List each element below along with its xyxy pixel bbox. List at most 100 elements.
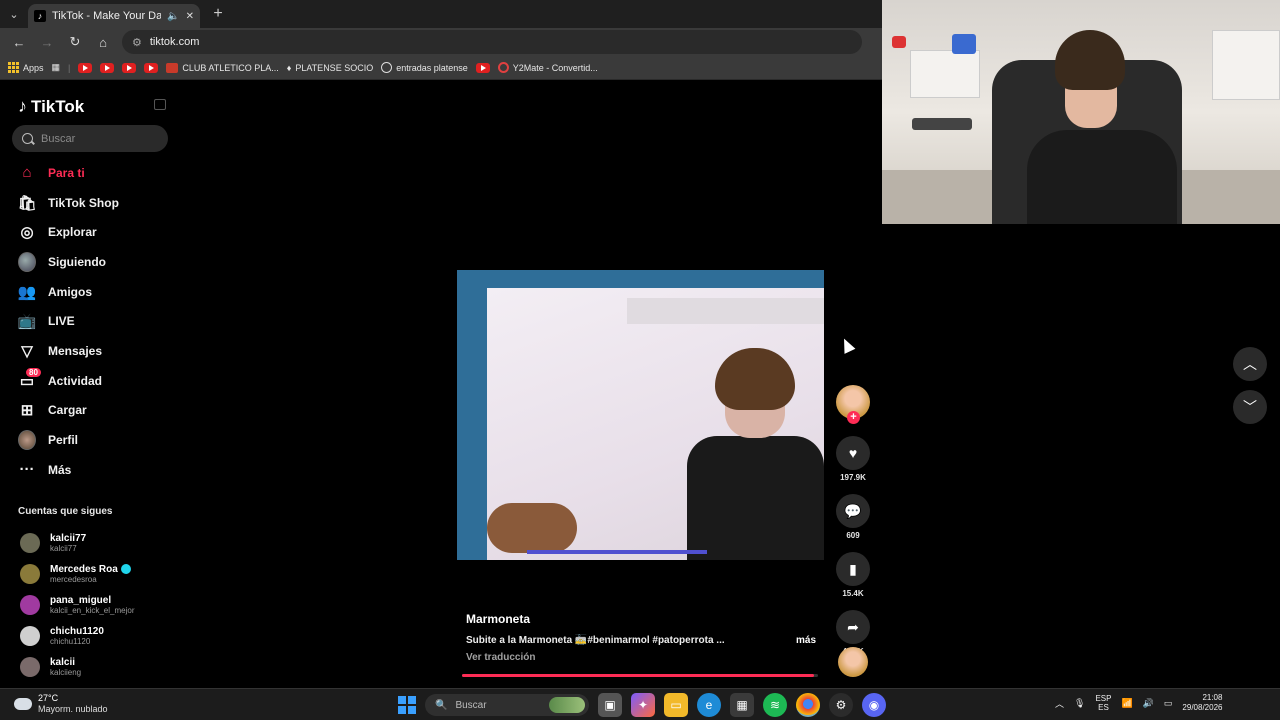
url-text: tiktok.com [149,36,200,48]
browser-tab[interactable]: ♪ TikTok - Make Your Day 🔈 ✕ [28,4,200,28]
edge-icon[interactable]: e [697,693,721,717]
following-account[interactable]: Mercedes Roa mercedesroa [20,558,180,589]
clock-time: 21:08 [1202,693,1223,702]
video-progress-bar[interactable] [462,674,818,677]
clock[interactable]: 21:08 29/08/2026 [1182,693,1222,713]
spotify-icon[interactable]: ≋ [763,693,787,717]
new-tab-button[interactable]: + [206,5,230,23]
bookmark-grid[interactable]: ▦ [52,62,61,73]
next-video-button[interactable]: ﹀ [1233,390,1267,424]
nav-tiktok-shop[interactable]: 🛍 TikTok Shop [12,188,182,218]
nav-mas[interactable]: ··· Más [12,455,182,485]
nav-cargar[interactable]: ⊞ Cargar [12,396,182,426]
home-button[interactable]: ⌂ [90,30,116,54]
task-view-icon[interactable]: ▣ [598,693,622,717]
close-tab-icon[interactable]: ✕ [186,11,194,22]
youtube-icon [122,62,137,73]
music-disc-icon[interactable] [838,647,868,677]
mouse-cursor [838,336,856,354]
more-link[interactable]: más [796,635,816,646]
nav-explorar[interactable]: ◎ Explorar [12,217,182,247]
battery-icon[interactable]: ▭ [1164,698,1173,709]
search-input[interactable]: Buscar [12,125,168,152]
follow-plus-icon[interactable]: + [847,411,860,424]
search-placeholder: Buscar [41,132,76,145]
nav-actividad[interactable]: ▭ 80 Actividad [12,366,182,396]
tray-overflow-icon[interactable]: ︿ [1055,697,1064,710]
account-name: Mercedes Roa [50,563,118,575]
comment-icon: 💬 [844,502,862,519]
youtube-icon [144,62,159,73]
volume-icon[interactable]: 🔊 [1143,698,1154,709]
nav-siguiendo[interactable]: Siguiendo [12,247,182,277]
globe-icon [381,62,393,73]
search-icon [22,133,33,144]
more-icon: ··· [19,461,35,479]
nav-label: LIVE [48,314,75,329]
translate-link[interactable]: Ver traducción [466,652,816,663]
bookmark-entradas[interactable]: entradas platense [381,62,468,73]
video-description: Subite a la Marmoneta 🚋#benimarmol #pato… [466,635,725,646]
following-account[interactable]: kalcii77 kalcii77 [20,527,180,558]
save-button[interactable]: ▮ [836,552,870,586]
nav-label: Actividad [48,373,103,388]
store-icon[interactable]: ▦ [730,693,754,717]
speaker-icon[interactable]: 🔈 [167,11,179,22]
avatar [20,563,40,584]
site-settings-icon[interactable]: ⚙ [132,36,142,49]
bookmark-youtube-4[interactable] [144,62,159,73]
video-author[interactable]: Marmoneta [466,612,816,626]
previous-video-button[interactable]: ︿ [1233,347,1267,381]
discord-icon[interactable]: ◉ [862,693,886,717]
account-name: pana_miguel [50,594,112,606]
weather-widget[interactable]: 27°C Mayorm. nublado [14,693,108,715]
bookmark-socio[interactable]: ♦ PLATENSE SOCIO [287,63,373,73]
back-button[interactable]: ← [6,30,32,54]
nav-live[interactable]: 📺 LIVE [12,306,182,336]
video-progress-fill [462,674,815,677]
like-count: 197.9K [840,473,866,482]
windows-start-icon[interactable] [398,696,416,714]
nav-mensajes[interactable]: ▽ Mensajes [12,336,182,366]
bookmark-socio-label: PLATENSE SOCIO [295,62,374,73]
taskbar-search[interactable]: 🔍 Buscar [425,694,589,716]
copilot-icon[interactable]: ✦ [631,693,655,717]
account-handle: chichu1120 [50,636,91,646]
file-explorer-icon[interactable]: ▭ [664,693,688,717]
forward-button[interactable]: → [34,30,60,54]
steam-icon[interactable]: ⚙ [829,693,853,717]
nav-amigos[interactable]: 👥 Amigos [12,277,182,307]
url-field[interactable]: ⚙ tiktok.com [122,30,862,54]
bookmark-youtube-3[interactable] [122,62,137,73]
nav-label: Perfil [48,433,79,448]
bookmark-youtube-1[interactable] [78,62,93,73]
like-button[interactable]: ♥ [836,436,870,470]
language-indicator[interactable]: ESP ES [1095,694,1111,712]
search-icon: 🔍 [435,699,448,711]
bookmark-youtube-5[interactable] [475,62,490,73]
webcam-toy [892,36,906,48]
account-name: chichu1120 [50,625,104,637]
following-account[interactable]: pana_miguel kalcii_en_kick_el_mejor [20,589,180,620]
tab-search-icon[interactable]: ⌄ [0,0,28,28]
following-account[interactable]: kalcii kalciieng [20,651,180,682]
taskbar-search-label: Buscar [455,699,487,711]
collapse-sidebar-icon[interactable] [154,99,166,110]
bookmark-apps[interactable]: Apps [8,62,44,73]
wifi-icon[interactable]: 📶 [1121,698,1132,709]
video-player[interactable] [457,270,824,560]
nav-perfil[interactable]: Perfil [12,425,182,455]
chrome-icon[interactable] [796,693,820,717]
comment-button[interactable]: 💬 [836,494,870,528]
reload-button[interactable]: ↻ [62,30,88,54]
creator-avatar[interactable]: + [836,385,870,424]
bookmark-club-label: CLUB ATLETICO PLA... [182,62,279,73]
microphone-icon[interactable]: 🎙 [1074,698,1085,709]
tiktok-logo[interactable]: ♪ TikTok [18,96,84,117]
following-account[interactable]: chichu1120 chichu1120 [20,620,180,651]
bookmark-y2mate[interactable]: Y2Mate - Convertid... [497,62,598,73]
bookmark-youtube-2[interactable] [100,62,115,73]
nav-para-ti[interactable]: ⌂ Para ti [12,158,182,188]
bookmark-club[interactable]: CLUB ATLETICO PLA... [166,62,279,73]
share-button[interactable]: ➦ [836,610,870,644]
